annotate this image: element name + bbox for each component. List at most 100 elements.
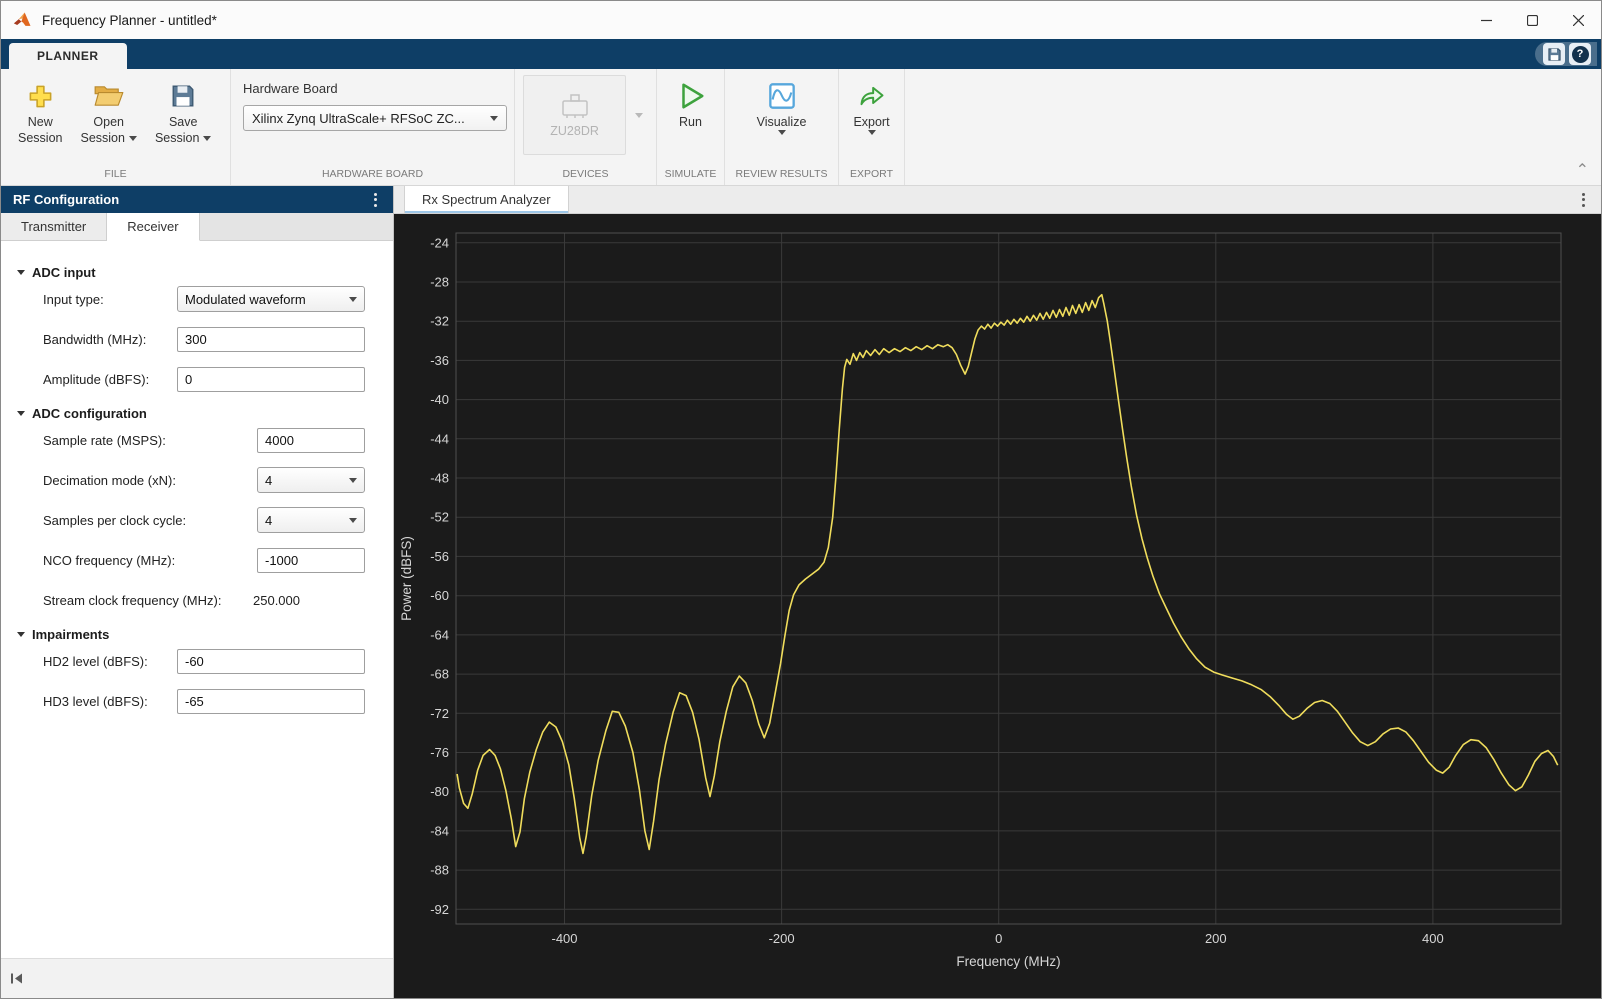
chevron-down-icon [777,130,786,136]
sample-rate-input[interactable] [257,427,365,453]
ribbon-section-devices: ZU28DR DEVICES [515,69,657,185]
field-bandwidth: Bandwidth (MHz): [43,326,365,352]
y-tick-label: -88 [430,863,449,878]
device-zu28dr-tile[interactable]: ZU28DR [523,75,627,155]
y-tick-label: -80 [430,784,449,799]
decimation-mode-label: Decimation mode (xN): [43,472,176,488]
frequency-planner-window: Frequency Planner - untitled* PLANNER ? … [0,0,1602,999]
y-tick-label: -56 [430,549,449,564]
bandwidth-input[interactable] [177,326,365,352]
sample-rate-label: Sample rate (MSPS): [43,432,166,448]
plot-background [394,214,1601,998]
help-button[interactable]: ? [1569,43,1591,65]
new-session-button[interactable]: New Session [9,75,71,150]
skip-to-start-icon [11,973,22,984]
rf-configuration-header: RF Configuration [1,186,393,213]
y-tick-label: -68 [430,667,449,682]
panel-menu-kebab-icon[interactable] [370,189,381,211]
field-decimation-mode: Decimation mode (xN): 4 [43,467,365,493]
hd3-level-label: HD3 level (dBFS): [43,693,148,709]
hardware-board-dropdown[interactable]: Xilinx Zynq UltraScale+ RFSoC ZC... [243,105,507,131]
spectrum-svg: -24 -28 -32 -36 -40 -44 -48 -52 -56 -60 -64 -68 -72 -… [394,214,1601,998]
y-tick-label: -40 [430,392,449,407]
chevron-down-icon [349,477,357,483]
minimize-button[interactable] [1463,1,1509,39]
ribbon-section-hardware-board: Hardware Board Xilinx Zynq UltraScale+ R… [231,69,515,185]
save-session-button[interactable]: Save Session [146,75,220,150]
section-label-hardware-board: HARDWARE BOARD [321,168,424,180]
visualize-button[interactable]: Visualize [748,75,816,138]
decimation-mode-select[interactable]: 4 [257,467,365,493]
close-button[interactable] [1555,1,1601,39]
hardware-board-label: Hardware Board [243,81,338,96]
samples-per-clock-label: Samples per clock cycle: [43,512,187,528]
quick-save-button[interactable] [1543,43,1565,65]
field-samples-per-clock: Samples per clock cycle: 4 [43,507,365,533]
left-panel-status-bar [1,958,393,998]
x-axis-title: Frequency (MHz) [956,954,1060,969]
device-dropdown-button[interactable] [630,75,648,155]
section-adc-configuration[interactable]: ADC configuration [17,406,393,421]
spectrum-plot: -24 -28 -32 -36 -40 -44 -48 -52 -56 -60 -64 -68 -72 -… [394,214,1601,998]
chevron-down-icon [128,136,137,142]
tab-rx-spectrum-analyzer[interactable]: Rx Spectrum Analyzer [404,186,569,213]
rf-configuration-panel: RF Configuration Transmitter Receiver AD… [1,186,394,998]
samples-per-clock-select[interactable]: 4 [257,507,365,533]
document-menu-kebab-icon[interactable] [1578,189,1589,211]
go-to-start-button[interactable] [9,972,24,985]
tab-transmitter[interactable]: Transmitter [1,213,108,240]
ribbon-section-review-results: Visualize REVIEW RESULTS [725,69,839,185]
amplitude-input[interactable] [177,366,365,392]
section-label-export: EXPORT [850,168,893,180]
ribbon-section-simulate: Run SIMULATE [657,69,725,185]
x-tick-label: 400 [1422,931,1444,946]
collapse-ribbon-button[interactable]: ⌃ [1576,160,1589,180]
maximize-button[interactable] [1509,1,1555,39]
export-button[interactable]: Export [844,75,898,138]
x-tick-label: -400 [551,931,577,946]
window-title: Frequency Planner - untitled* [42,12,217,28]
run-button[interactable]: Run [667,75,715,133]
collapse-triangle-icon [17,411,25,416]
title-bar: Frequency Planner - untitled* [1,1,1601,39]
hd2-level-input[interactable] [177,648,365,674]
chevron-down-icon [867,130,876,136]
y-tick-label: -24 [430,235,449,250]
hd3-level-input[interactable] [177,688,365,714]
ribbon-section-export: Export EXPORT [839,69,905,185]
matlab-logo-icon [13,12,31,26]
amplitude-label: Amplitude (dBFS): [43,371,150,387]
tab-planner[interactable]: PLANNER [9,43,127,69]
section-impairments[interactable]: Impairments [17,627,393,642]
help-icon: ? [1571,45,1589,63]
save-icon [170,78,196,114]
input-type-select[interactable]: Modulated waveform [177,286,365,312]
export-arrow-icon [858,78,886,114]
ribbon-body: New Session Open Session Save Session FI… [1,69,1601,186]
field-hd2-level: HD2 level (dBFS): [43,648,365,674]
x-tick-label: -200 [769,931,795,946]
chevron-down-icon [203,136,212,142]
field-input-type: Input type: Modulated waveform [43,286,365,312]
y-tick-label: -52 [430,510,449,525]
bandwidth-label: Bandwidth (MHz): [43,331,147,347]
nco-frequency-input[interactable] [257,547,365,573]
section-adc-input[interactable]: ADC input [17,265,393,280]
ribbon-section-file: New Session Open Session Save Session FI… [1,69,231,185]
ribbon-header: PLANNER ? [1,39,1601,69]
y-tick-label: -72 [430,706,449,721]
save-icon [1547,47,1561,61]
tab-receiver[interactable]: Receiver [107,213,200,241]
rf-config-tab-bar: Transmitter Receiver [1,213,393,241]
open-folder-icon [94,78,124,114]
hd2-level-label: HD2 level (dBFS): [43,653,148,669]
section-label-review-results: REVIEW RESULTS [735,168,828,180]
field-sample-rate: Sample rate (MSPS): [43,427,365,453]
x-tick-label: 200 [1205,931,1227,946]
new-plus-icon [27,78,54,114]
quick-access-toolbar: ? [1535,42,1597,66]
chevron-down-icon [349,296,357,302]
section-label-simulate: SIMULATE [664,168,717,180]
receiver-form: ADC input Input type: Modulated waveform… [1,241,393,958]
open-session-button[interactable]: Open Session [71,75,145,150]
